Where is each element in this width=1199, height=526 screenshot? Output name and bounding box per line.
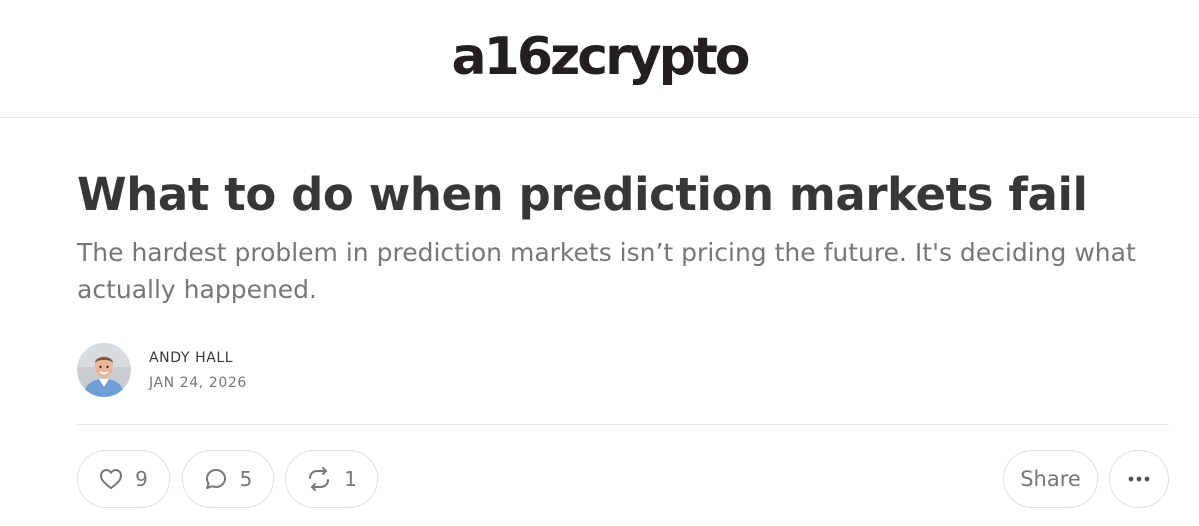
byline: ANDY HALL JAN 24, 2026	[77, 343, 1169, 397]
author-avatar[interactable]	[77, 343, 131, 397]
comment-icon	[204, 467, 228, 491]
like-button[interactable]: 9	[77, 450, 170, 508]
author-name[interactable]: ANDY HALL	[149, 350, 247, 366]
site-header: a16zcrypto	[0, 0, 1199, 118]
restack-count: 1	[344, 467, 357, 491]
author-info: ANDY HALL JAN 24, 2026	[149, 350, 247, 391]
restack-icon	[306, 467, 332, 491]
post-date: JAN 24, 2026	[149, 374, 247, 391]
heart-icon	[99, 468, 123, 490]
share-label: Share	[1020, 467, 1081, 491]
post-header: What to do when prediction markets fail …	[0, 168, 1199, 508]
like-count: 9	[135, 467, 148, 491]
divider	[77, 424, 1169, 425]
comment-count: 5	[239, 467, 253, 491]
more-icon	[1128, 476, 1150, 482]
comment-button[interactable]: 5	[182, 450, 274, 508]
share-button[interactable]: Share	[1003, 450, 1098, 508]
more-options-button[interactable]	[1109, 450, 1169, 508]
post-title: What to do when prediction markets fail	[77, 168, 1088, 221]
restack-button[interactable]: 1	[285, 450, 378, 508]
post-subtitle: The hardest problem in prediction market…	[77, 238, 1136, 304]
site-logo[interactable]: a16zcrypto	[452, 31, 751, 83]
post-actions: 9 5 1 Share	[77, 450, 1169, 508]
